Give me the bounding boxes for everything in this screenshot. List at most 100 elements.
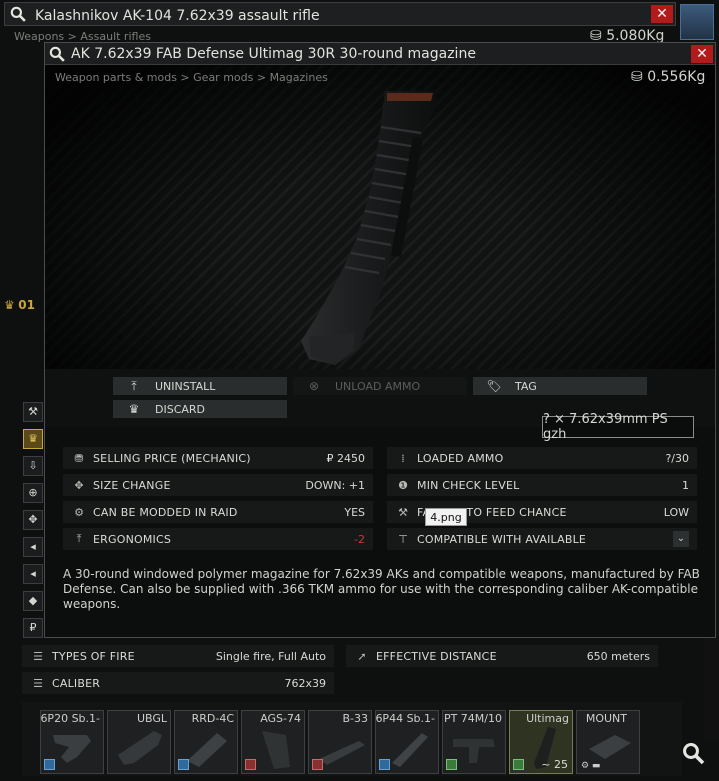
ammo-type-selector[interactable]: ? × 7.62x39mm PS gzh [542,412,694,442]
tag-icon: 🏷 [486,379,502,393]
wrench-icon[interactable]: ⚒ [23,402,43,422]
chevron-down-icon[interactable]: ⌄ [673,531,689,547]
discard-button[interactable]: ♛ DISCARD [113,400,287,418]
feed-chance-icon: ⚒ [398,505,408,519]
mod-tag-icon [513,759,524,770]
weapon-window-title: Kalashnikov AK-104 7.62x39 assault rifle [35,8,320,24]
unload-ammo-button[interactable]: ⊗ UNLOAD AMMO [293,377,467,395]
gold-badge-icon[interactable]: ♛ [23,429,43,449]
mod-slot-name: MOUNT [585,712,627,725]
unload-icon: ⊗ [308,379,320,393]
stat-value: ?/30 [665,451,689,465]
loaded-ammo-icon: ⁞ [401,451,405,465]
uninstall-button[interactable]: ⤒ UNINSTALL [113,377,287,395]
mod-slot-magazine[interactable]: Ultimag ~ 25 [509,710,573,774]
gas-tube-icon [392,733,428,767]
mod-tag-icon [178,759,189,770]
mod-slot-stock[interactable]: PT 74M/10 [442,710,506,774]
mod-tag-icon [312,759,323,770]
weapon-preview-thumbnail[interactable] [680,4,714,40]
mod-slot-name: 6P20 Sb.1- [40,712,100,725]
magazine-render-image [301,91,437,365]
item-preview[interactable] [45,65,715,409]
stat-loaded-ammo: ⁞ LOADED AMMO ?/30 [387,447,697,469]
search-icon[interactable] [682,742,706,766]
mod-slot-muzzle[interactable]: 6P20 Sb.1- [40,710,104,774]
stat-min-check-level: ❶ MIN CHECK LEVEL 1 [387,474,697,496]
stat-selling-price: ⛃ SELLING PRICE (MECHANIC) ₽ 2450 [63,447,373,469]
crosshair-icon[interactable]: ⊕ [23,483,43,503]
stat-label: ERGONOMICS [93,532,172,546]
magazine-weight-value: 0.556Kg [647,69,706,85]
stat-value: 1 [682,478,689,492]
stat-value: DOWN: +1 [305,478,365,492]
search-icon [49,46,65,62]
stat-label: MIN CHECK LEVEL [417,478,520,492]
magazine-breadcrumb: Weapon parts & mods > Gear mods > Magazi… [55,71,328,84]
ammo-count: ~ 25 [541,758,568,771]
stat-label: CAN BE MODDED IN RAID [93,505,238,519]
mod-slot-name: UBGL [136,712,167,725]
uninstall-icon: ⤒ [131,378,137,393]
stat-label: EFFECTIVE DISTANCE [376,649,497,663]
info-icon: ❶ [398,478,408,492]
mod-slot-dustcover[interactable]: B-33 [308,710,372,774]
magazine-weight: ⛁ 0.556Kg [631,69,705,85]
caliber-icon: ☰ [33,676,43,690]
stat-effective-distance: ➚ EFFECTIVE DISTANCE 650 meters [346,645,658,667]
rail-mount-icon [589,735,631,759]
magazine-window-titlebar[interactable]: AK 7.62x39 FAB Defense Ultimag 30R 30-ro… [45,43,715,65]
arrow-left-icon[interactable]: ◂ [23,537,43,557]
stat-value: LOW [663,505,689,519]
mod-slot-name: AGS-74 [260,712,301,725]
mod-tag-icon [446,759,457,770]
stat-value: Single fire, Full Auto [215,649,326,663]
unload-ammo-label: UNLOAD AMMO [335,379,421,393]
stat-value: -2 [354,532,365,546]
stat-modded-in-raid: ⚙ CAN BE MODDED IN RAID YES [63,501,373,523]
stat-size-change: ✥ SIZE CHANGE DOWN: +1 [63,474,373,496]
mod-tag-icon [379,759,390,770]
mod-slot-name: PT 74M/10 [443,712,502,725]
mount-settings-icon: ⚙ ▬ [581,761,601,771]
stat-value: YES [344,505,365,519]
mod-slot-name: RRD-4C [191,712,234,725]
stat-label: SIZE CHANGE [93,478,171,492]
stat-label: COMPATIBLE WITH AVAILABLE [417,532,587,546]
distance-icon: ➚ [357,649,367,663]
mod-slot-name: B-33 [342,712,368,725]
search-icon [10,6,26,22]
discard-icon: ♛ [128,402,140,416]
stat-value: 650 meters [586,649,650,663]
download-icon[interactable]: ⇩ [23,456,43,476]
mod-slot-name: Ultimag [526,712,569,725]
move-icon[interactable]: ✥ [23,510,43,530]
stat-label: SELLING PRICE (MECHANIC) [93,451,251,465]
pistol-grip-icon [262,731,290,769]
magazine-window-title: AK 7.62x39 FAB Defense Ultimag 30R 30-ro… [71,46,476,62]
magazine-close-button[interactable]: ✕ [691,45,713,63]
mod-slot-ubgl[interactable]: UBGL [107,710,171,774]
stat-ergonomics: ⤒ ERGONOMICS -2 [63,528,373,550]
mod-tag-icon [44,759,55,770]
item-description: A 30-round windowed polymer magazine for… [63,567,700,611]
magazine-inspect-window: AK 7.62x39 FAB Defense Ultimag 30R 30-ro… [44,42,716,638]
gold-level-badge: ♛ 01 [4,298,44,322]
diamond-icon[interactable]: ◆ [23,591,43,611]
mod-slot-rrd[interactable]: RRD-4C [174,710,238,774]
mod-slot-mount[interactable]: MOUNT ⚙ ▬ [576,710,640,774]
mod-slot-gastube[interactable]: 6P44 Sb.1- [375,710,439,774]
price-tag-icon[interactable]: ₽ [23,618,43,638]
tooltip: 4.png [425,508,467,526]
discard-label: DISCARD [155,402,206,416]
weapon-window-titlebar[interactable]: Kalashnikov AK-104 7.62x39 assault rifle… [4,2,676,26]
arrow-left-alt-icon[interactable]: ◂ [23,564,43,584]
mod-slot-name: 6P44 Sb.1- [375,712,435,725]
compatible-icon: ⊤ [398,532,408,546]
mod-slot-grip[interactable]: AGS-74 [241,710,305,774]
stat-caliber: ☰ CALIBER 762x39 [22,672,334,694]
tag-button[interactable]: 🏷 TAG [473,377,647,395]
weapon-close-button[interactable]: ✕ [651,5,673,23]
size-change-icon: ✥ [74,478,84,492]
stat-compatible[interactable]: ⊤ COMPATIBLE WITH AVAILABLE ⌄ [387,528,697,550]
